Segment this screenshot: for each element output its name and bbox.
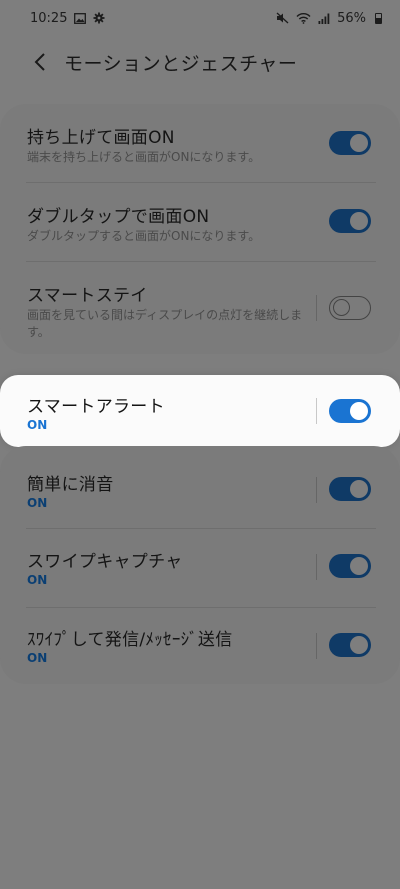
chevron-left-icon <box>34 53 45 71</box>
setting-smart-stay[interactable]: スマートステイ 画面を見ている間はディスプレイの点灯を継続します。 <box>0 262 400 354</box>
easy-mute-toggle[interactable] <box>329 477 371 501</box>
smart-stay-toggle[interactable] <box>329 296 371 320</box>
setting-title: 持ち上げて画面ON <box>27 128 175 148</box>
smart-alert-toggle[interactable] <box>329 399 371 423</box>
setting-smart-alert[interactable]: スマートアラート ON <box>0 375 400 447</box>
setting-status: ON <box>27 651 48 665</box>
row-separator <box>316 633 317 659</box>
toggle-knob <box>350 557 368 575</box>
setting-subtitle: 端末を持ち上げると画面がONになります。 <box>27 150 261 164</box>
setting-subtitle: ダブルタップすると画面がONになります。 <box>27 229 261 243</box>
setting-easy-mute[interactable]: 簡単に消音 ON <box>0 446 400 524</box>
status-time: 10:25 <box>30 10 68 26</box>
swipe-call-message-toggle[interactable] <box>329 633 371 657</box>
toggle-knob <box>350 636 368 654</box>
double-tap-wake-toggle[interactable] <box>329 209 371 233</box>
wifi-icon <box>296 12 311 24</box>
setting-pickup-to-wake[interactable]: 持ち上げて画面ON 端末を持ち上げると画面がONになります。 <box>0 104 400 182</box>
swipe-capture-toggle[interactable] <box>329 554 371 578</box>
toggle-knob <box>350 480 368 498</box>
toggle-knob <box>350 402 368 420</box>
row-separator <box>316 295 317 321</box>
status-right: 56% <box>276 11 382 26</box>
toggle-knob <box>350 134 368 152</box>
setting-swipe-capture[interactable]: スワイプキャプチャ ON <box>0 529 400 607</box>
mute-icon <box>276 12 289 24</box>
settings-group-smart-alert: スマートアラート ON <box>0 375 400 447</box>
settings-group-screen: 持ち上げて画面ON 端末を持ち上げると画面がONになります。 ダブルタップで画面… <box>0 104 400 354</box>
back-button[interactable] <box>18 40 62 84</box>
setting-title: スマートアラート <box>27 397 165 417</box>
image-icon <box>74 12 87 24</box>
setting-title: ダブルタップで画面ON <box>27 207 210 227</box>
battery-icon <box>375 12 382 24</box>
app-header: モーションとジェスチャー <box>0 40 400 84</box>
status-bar: 10:25 56% <box>0 0 400 36</box>
setting-title: スワイプキャプチャ <box>27 552 183 572</box>
setting-double-tap-wake[interactable]: ダブルタップで画面ON ダブルタップすると画面がONになります。 <box>0 183 400 261</box>
row-separator <box>316 554 317 580</box>
toggle-knob <box>333 299 350 316</box>
setting-title: ｽﾜｲﾌﾟして発信/ﾒｯｾｰｼﾞ送信 <box>27 630 233 650</box>
setting-status: ON <box>27 496 48 510</box>
page-title: モーションとジェスチャー <box>64 52 298 75</box>
setting-swipe-call-message[interactable]: ｽﾜｲﾌﾟして発信/ﾒｯｾｰｼﾞ送信 ON <box>0 608 400 686</box>
row-separator <box>316 398 317 424</box>
setting-status: ON <box>27 418 48 432</box>
setting-title: 簡単に消音 <box>27 475 114 495</box>
status-left: 10:25 <box>30 11 105 26</box>
settings-group-gestures: 簡単に消音 ON スワイプキャプチャ ON ｽﾜｲﾌﾟして発信/ﾒｯｾｰｼﾞ送信… <box>0 446 400 684</box>
toggle-knob <box>350 212 368 230</box>
setting-subtitle: 画面を見ている間はディスプレイの点灯を継続します。 <box>27 308 303 339</box>
row-separator <box>316 477 317 503</box>
gear-icon <box>93 12 105 24</box>
pickup-to-wake-toggle[interactable] <box>329 131 371 155</box>
setting-status: ON <box>27 573 48 587</box>
signal-icon <box>318 13 330 24</box>
setting-title: スマートステイ <box>27 286 148 306</box>
battery-level: 56% <box>337 10 366 26</box>
